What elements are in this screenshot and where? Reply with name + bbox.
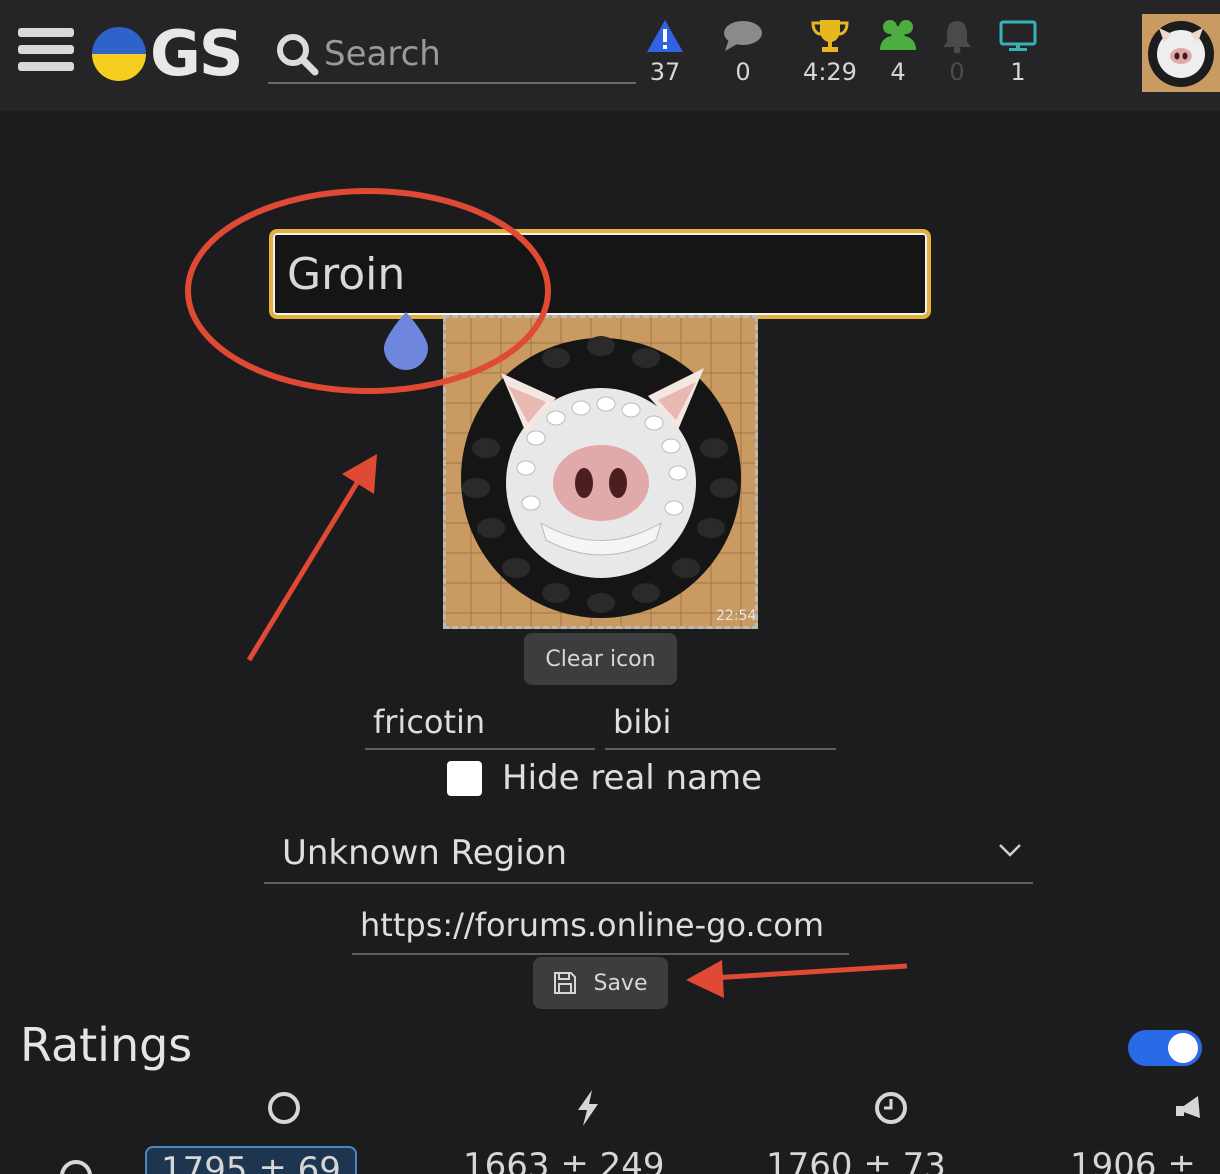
friends-icon — [880, 20, 916, 50]
profile-page: GS 37 — [0, 0, 1220, 1174]
chevron-down-icon — [999, 844, 1021, 857]
ratings-row: 1795 ± 69 1663 ± 249 1760 ± 73 1906 ± — [0, 1140, 1220, 1174]
ratings-toggle[interactable] — [1128, 1030, 1202, 1066]
website-input[interactable] — [352, 897, 849, 955]
region-select[interactable]: Unknown Region — [264, 824, 1033, 884]
live-clock-icon — [875, 1092, 907, 1124]
hide-real-name-checkbox[interactable] — [447, 760, 482, 796]
ogs-logo[interactable]: GS — [92, 17, 244, 90]
overall-circle-icon — [60, 1160, 92, 1174]
annotation-arrow-username — [246, 454, 377, 662]
save-label: Save — [593, 970, 648, 996]
last-name-input[interactable] — [605, 696, 836, 750]
search-icon — [277, 34, 319, 76]
monitor-icon — [999, 20, 1037, 51]
hide-real-name-row: Hide real name — [447, 758, 762, 798]
top-navigation-bar: GS 37 — [0, 0, 1220, 110]
friends-indicator[interactable]: 4 — [866, 18, 930, 90]
clear-icon-button[interactable]: Clear icon — [524, 633, 677, 685]
first-name-input[interactable] — [365, 696, 595, 750]
region-value: Unknown Region — [282, 833, 568, 873]
search-bar[interactable] — [268, 26, 636, 84]
floppy-disk-icon — [554, 972, 577, 994]
notifications-bell[interactable]: 0 — [925, 18, 989, 90]
rating-blitz[interactable]: 1663 ± 249 — [463, 1146, 665, 1174]
tournament-indicator[interactable]: 4:29 — [798, 18, 862, 90]
blitz-lightning-icon — [578, 1090, 598, 1126]
profile-icon-image[interactable]: 22:54 — [443, 315, 758, 629]
notifications-warning[interactable]: 37 — [633, 18, 697, 90]
trophy-icon — [811, 20, 849, 52]
pig-go-stones-image: 22:54 — [446, 318, 755, 626]
toggle-knob — [1168, 1033, 1198, 1063]
username-field-wrapper — [269, 229, 931, 319]
chat-count: 0 — [735, 58, 751, 86]
save-button[interactable]: Save — [533, 957, 668, 1009]
active-games-indicator[interactable]: 1 — [986, 18, 1050, 90]
bell-icon — [943, 21, 971, 54]
username-input[interactable] — [273, 233, 927, 315]
icon-watermark: 22:54 — [716, 608, 755, 624]
active-games-count: 1 — [1010, 58, 1026, 86]
correspondence-icon — [1176, 1096, 1200, 1118]
warning-count: 37 — [649, 58, 681, 86]
search-input[interactable] — [324, 34, 624, 74]
rating-overall[interactable]: 1795 ± 69 — [145, 1146, 357, 1174]
overall-circle-icon — [268, 1092, 300, 1124]
friends-count: 4 — [890, 58, 906, 86]
bell-count: 0 — [949, 58, 965, 86]
pig-avatar-icon — [1142, 14, 1220, 92]
hide-real-name-label: Hide real name — [502, 758, 762, 798]
annotation-arrow-save — [686, 960, 908, 998]
rating-live[interactable]: 1760 ± 73 — [766, 1146, 946, 1174]
menu-icon[interactable] — [18, 28, 76, 76]
ukraine-ball-icon — [92, 27, 146, 81]
tournament-timer: 4:29 — [803, 58, 857, 86]
logo-text: GS — [150, 17, 244, 90]
warning-icon — [647, 20, 683, 52]
text-cursor-handle[interactable] — [380, 310, 432, 372]
rating-correspondence[interactable]: 1906 ± — [1070, 1146, 1196, 1174]
user-avatar[interactable] — [1142, 14, 1220, 92]
ratings-heading: Ratings — [20, 1018, 193, 1072]
chat-indicator[interactable]: 0 — [711, 18, 775, 90]
chat-bubble-icon — [724, 21, 762, 51]
